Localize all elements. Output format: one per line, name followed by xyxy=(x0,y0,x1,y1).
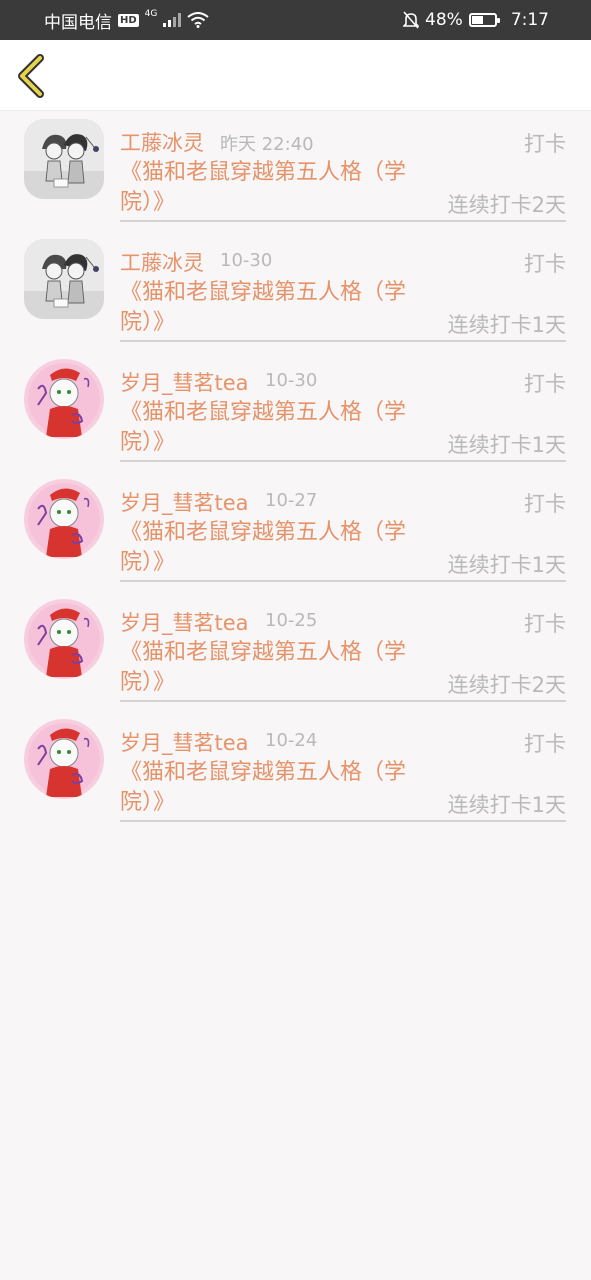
sketch-avatar-image xyxy=(24,119,104,199)
list-item-body: 岁月_彗茗tea 10-27 打卡 《猫和老鼠穿越第五人格（学院）》 连续打卡1… xyxy=(120,471,566,582)
streak-label: 连续打卡1天 xyxy=(447,433,566,457)
list-item[interactable]: 工藤冰灵 昨天 22:40 打卡 《猫和老鼠穿越第五人格（学院）》 连续打卡2天 xyxy=(0,111,591,231)
streak-label: 连续打卡1天 xyxy=(447,313,566,337)
status-right: 48% 7:17 xyxy=(403,10,549,30)
list-item-body: 岁月_彗茗tea 10-24 打卡 《猫和老鼠穿越第五人格（学院）》 连续打卡1… xyxy=(120,711,566,822)
pink-cat-avatar-image xyxy=(24,719,104,799)
checkin-tag: 打卡 xyxy=(524,732,566,756)
checkin-tag: 打卡 xyxy=(524,612,566,636)
timestamp: 10-27 xyxy=(265,490,318,511)
pink-cat-avatar[interactable] xyxy=(24,599,104,679)
checkin-tag: 打卡 xyxy=(524,132,566,156)
timestamp: 10-24 xyxy=(265,730,318,751)
list-item[interactable]: 岁月_彗茗tea 10-27 打卡 《猫和老鼠穿越第五人格（学院）》 连续打卡1… xyxy=(0,471,591,591)
list-item-body: 岁月_彗茗tea 10-25 打卡 《猫和老鼠穿越第五人格（学院）》 连续打卡2… xyxy=(120,591,566,702)
pink-cat-avatar[interactable] xyxy=(24,359,104,439)
pink-cat-avatar[interactable] xyxy=(24,479,104,559)
status-bar: 中国电信 HD 4G 48% 7:17 xyxy=(0,0,591,40)
bell-off-icon xyxy=(403,11,420,29)
checkin-tag: 打卡 xyxy=(524,492,566,516)
streak-label: 连续打卡1天 xyxy=(447,793,566,817)
user-name[interactable]: 岁月_彗茗tea xyxy=(120,727,249,757)
checkin-tag: 打卡 xyxy=(524,372,566,396)
user-name[interactable]: 工藤冰灵 xyxy=(120,127,204,157)
streak-label: 连续打卡2天 xyxy=(447,193,566,217)
user-name[interactable]: 岁月_彗茗tea xyxy=(120,487,249,517)
book-title[interactable]: 《猫和老鼠穿越第五人格（学院）》 xyxy=(120,638,430,698)
list-item[interactable]: 岁月_彗茗tea 10-24 打卡 《猫和老鼠穿越第五人格（学院）》 连续打卡1… xyxy=(0,711,591,831)
battery-percent: 48% xyxy=(425,10,463,30)
user-name[interactable]: 工藤冰灵 xyxy=(120,247,204,277)
wifi-icon xyxy=(187,12,209,28)
book-title[interactable]: 《猫和老鼠穿越第五人格（学院）》 xyxy=(120,158,430,218)
book-title[interactable]: 《猫和老鼠穿越第五人格（学院）》 xyxy=(120,278,430,338)
streak-label: 连续打卡1天 xyxy=(447,553,566,577)
network-label: 4G xyxy=(144,9,158,19)
checkin-tag: 打卡 xyxy=(524,252,566,276)
clock: 7:17 xyxy=(510,10,549,30)
list-item-body: 工藤冰灵 昨天 22:40 打卡 《猫和老鼠穿越第五人格（学院）》 连续打卡2天 xyxy=(120,111,566,222)
timestamp: 10-25 xyxy=(265,610,318,631)
timestamp: 昨天 22:40 xyxy=(220,134,314,155)
chevron-left-icon[interactable] xyxy=(14,54,48,98)
battery-icon xyxy=(468,13,500,27)
pink-cat-avatar-image xyxy=(24,479,104,559)
carrier-label: 中国电信 xyxy=(44,12,112,33)
pink-cat-avatar-image xyxy=(24,599,104,679)
signal-icon xyxy=(163,13,182,27)
app-header xyxy=(0,40,591,111)
sketch-avatar[interactable] xyxy=(24,239,104,319)
list-item[interactable]: 岁月_彗茗tea 10-30 打卡 《猫和老鼠穿越第五人格（学院）》 连续打卡1… xyxy=(0,351,591,471)
timestamp: 10-30 xyxy=(220,250,273,271)
pink-cat-avatar-image xyxy=(24,359,104,439)
user-name[interactable]: 岁月_彗茗tea xyxy=(120,367,249,397)
status-left: 中国电信 HD 4G xyxy=(44,8,209,33)
timestamp: 10-30 xyxy=(265,370,318,391)
checkin-list: 工藤冰灵 昨天 22:40 打卡 《猫和老鼠穿越第五人格（学院）》 连续打卡2天… xyxy=(0,111,591,831)
streak-label: 连续打卡2天 xyxy=(447,673,566,697)
book-title[interactable]: 《猫和老鼠穿越第五人格（学院）》 xyxy=(120,518,430,578)
hd-badge: HD xyxy=(118,13,139,27)
list-item[interactable]: 工藤冰灵 10-30 打卡 《猫和老鼠穿越第五人格（学院）》 连续打卡1天 xyxy=(0,231,591,351)
list-item[interactable]: 岁月_彗茗tea 10-25 打卡 《猫和老鼠穿越第五人格（学院）》 连续打卡2… xyxy=(0,591,591,711)
book-title[interactable]: 《猫和老鼠穿越第五人格（学院）》 xyxy=(120,398,430,458)
list-item-body: 岁月_彗茗tea 10-30 打卡 《猫和老鼠穿越第五人格（学院）》 连续打卡1… xyxy=(120,351,566,462)
sketch-avatar-image xyxy=(24,239,104,319)
list-item-body: 工藤冰灵 10-30 打卡 《猫和老鼠穿越第五人格（学院）》 连续打卡1天 xyxy=(120,231,566,342)
book-title[interactable]: 《猫和老鼠穿越第五人格（学院）》 xyxy=(120,758,430,818)
pink-cat-avatar[interactable] xyxy=(24,719,104,799)
sketch-avatar[interactable] xyxy=(24,119,104,199)
user-name[interactable]: 岁月_彗茗tea xyxy=(120,607,249,637)
